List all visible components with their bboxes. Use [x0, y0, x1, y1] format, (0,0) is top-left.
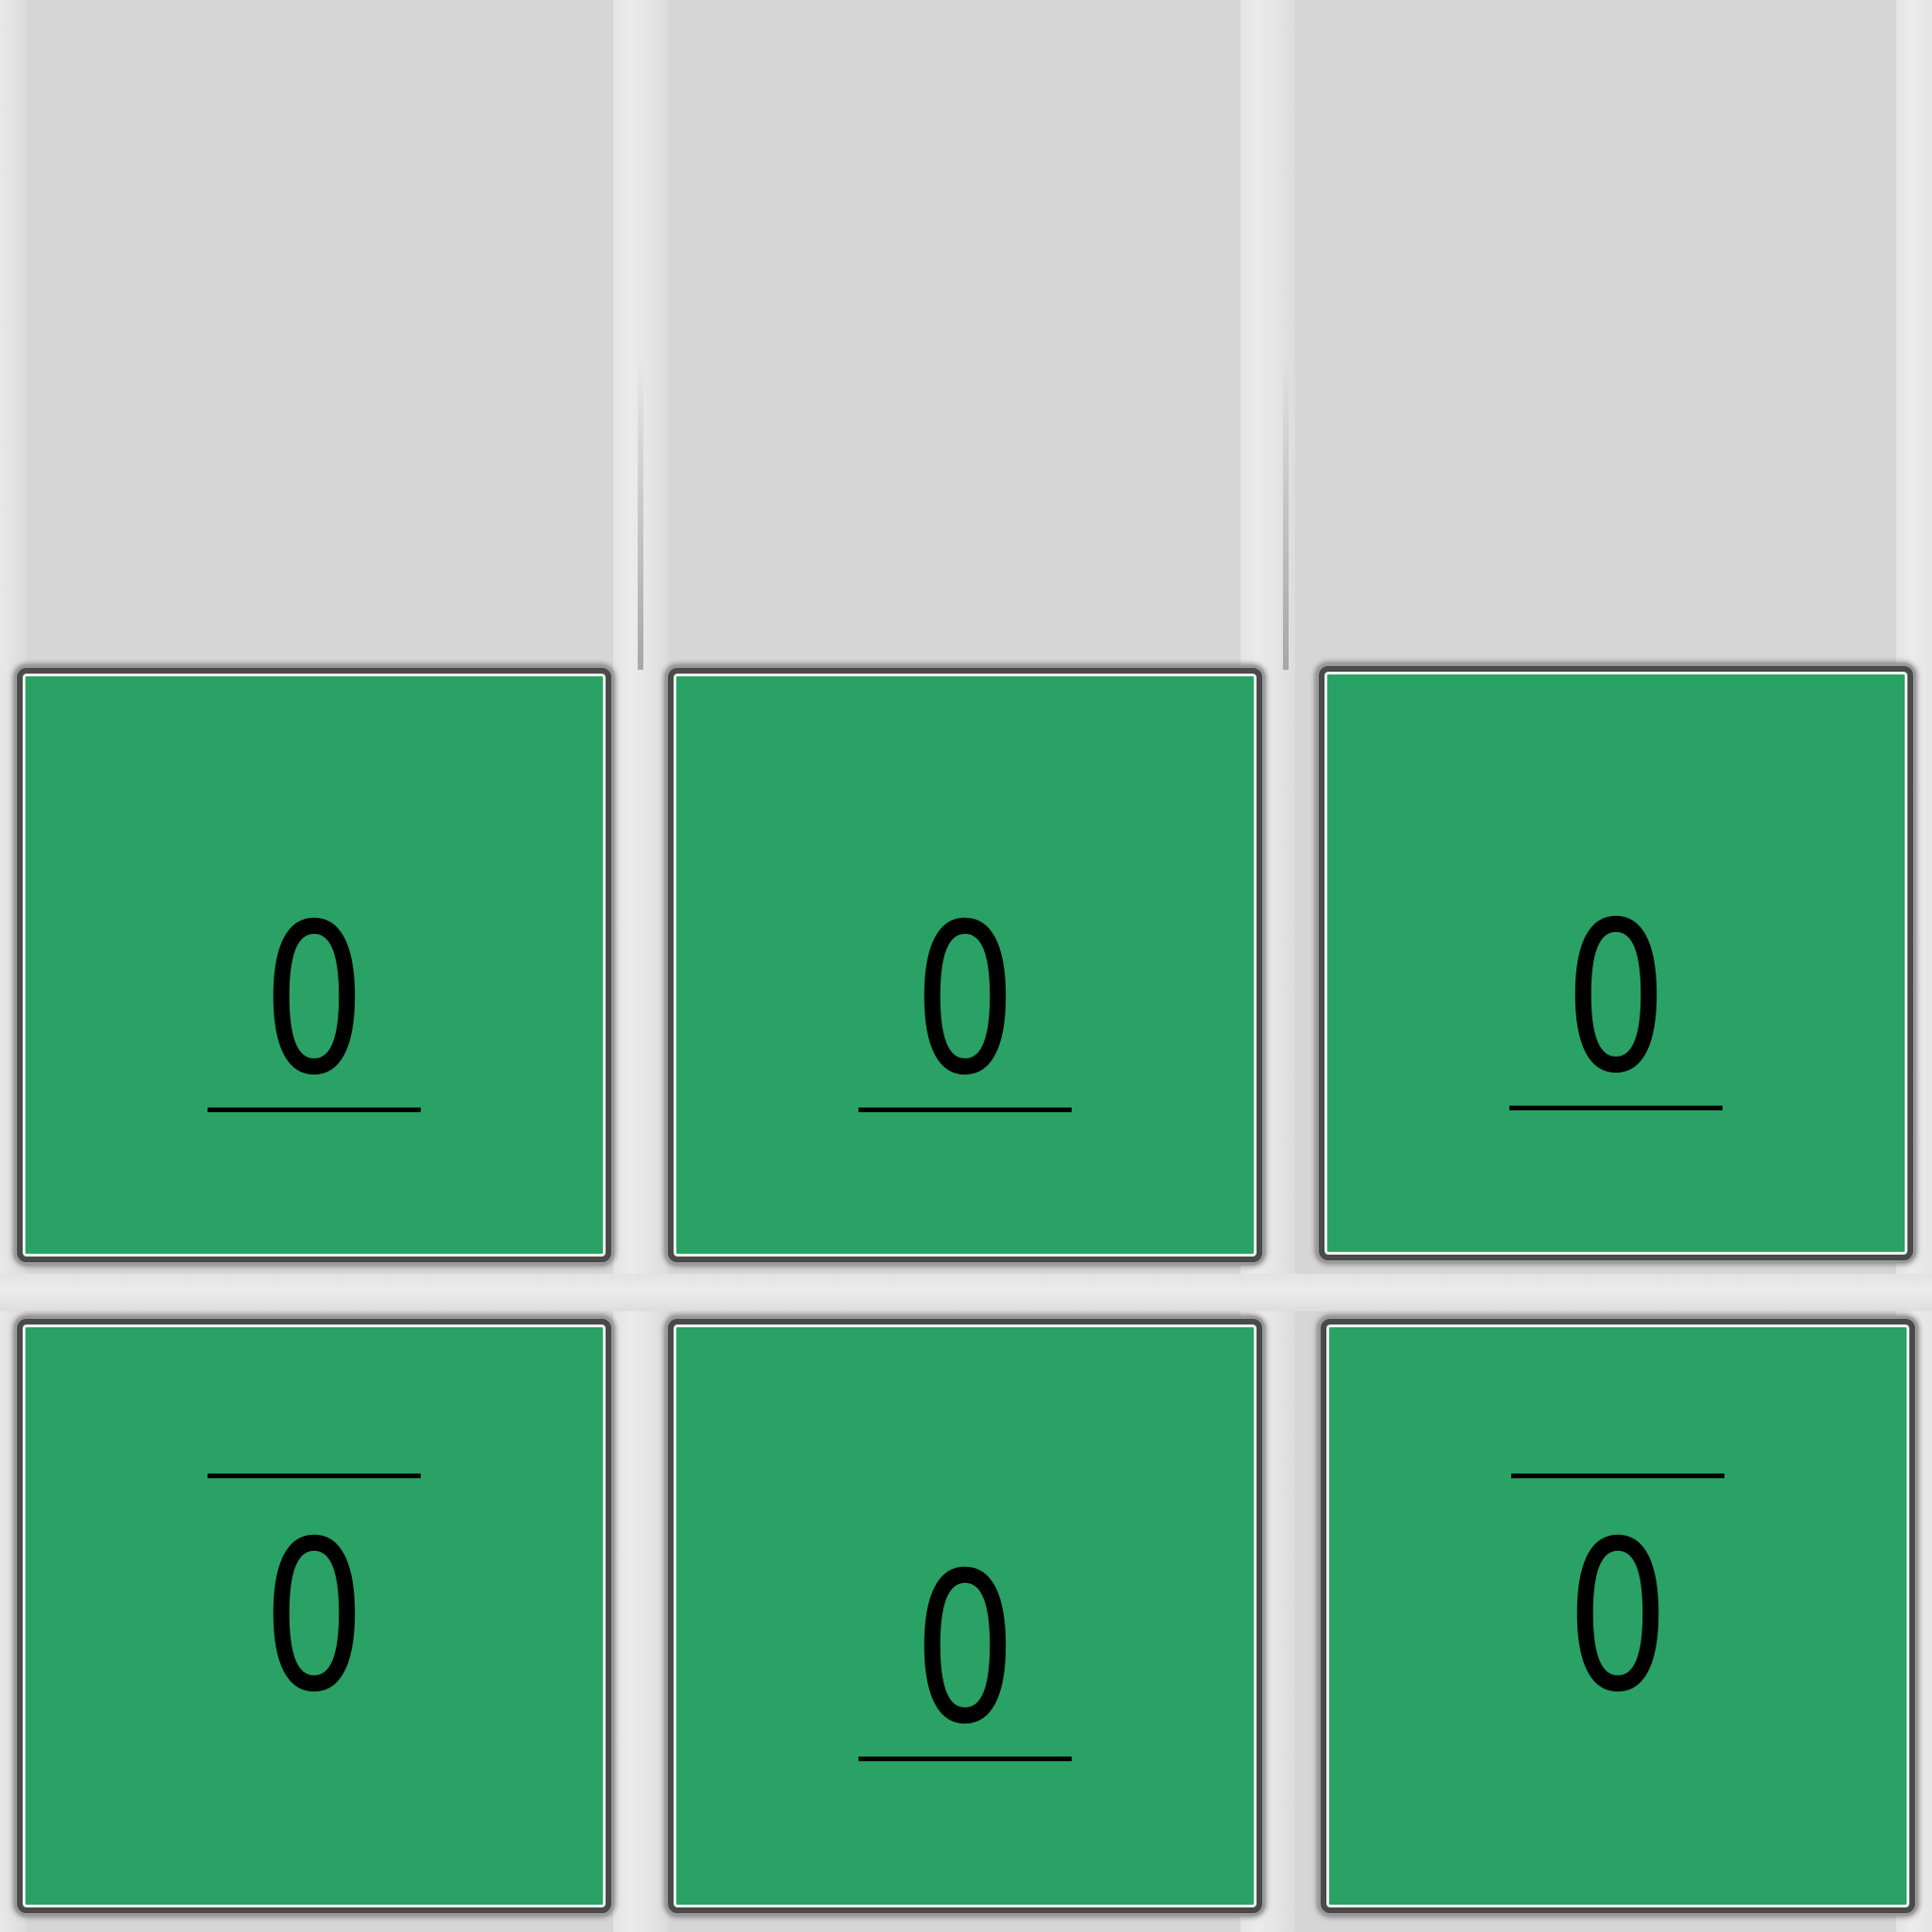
divider-shadow [638, 358, 643, 670]
tile-value: 0 [1566, 1496, 1670, 1738]
empty-slot[interactable] [38, 0, 585, 651]
tile-value: 0 [262, 1496, 366, 1738]
tile[interactable]: 0 [1319, 666, 1913, 1260]
row-divider [0, 1274, 1932, 1311]
tile-underline [858, 1757, 1072, 1761]
column-divider [613, 0, 668, 1932]
tile-overline [208, 1474, 421, 1478]
divider-shadow [1283, 358, 1289, 670]
tile-underline [208, 1108, 421, 1112]
tile-value: 0 [913, 879, 1017, 1121]
tile[interactable]: 0 [1321, 1319, 1915, 1913]
tile-underline [858, 1108, 1072, 1112]
tile-value: 0 [262, 879, 366, 1121]
tile-value: 0 [913, 1528, 1017, 1770]
tile[interactable]: 0 [17, 1319, 611, 1913]
empty-slot[interactable] [689, 0, 1236, 651]
tile[interactable]: 0 [668, 1319, 1262, 1913]
tile-value: 0 [1564, 877, 1668, 1119]
tile-underline [1509, 1106, 1723, 1110]
tile[interactable]: 0 [668, 668, 1262, 1262]
game-board: 0 0 0 0 0 0 [0, 0, 1932, 1932]
tile[interactable]: 0 [17, 668, 611, 1262]
tile-overline [1511, 1474, 1724, 1478]
empty-slot[interactable] [1340, 0, 1887, 651]
